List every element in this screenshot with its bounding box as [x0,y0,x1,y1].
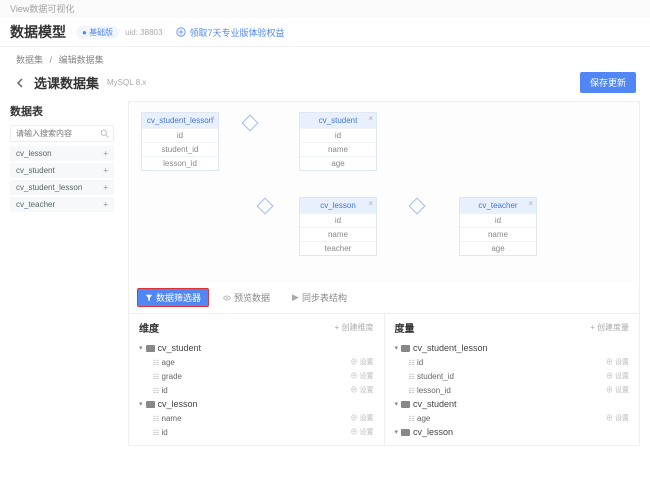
meas-field[interactable]: ☷ student_id⊕ 设置 [395,369,630,383]
dim-field[interactable]: ☷ grade⊕ 设置 [139,369,374,383]
uid-label: uid: 38803 [125,28,162,37]
sidebar: 数据表 cv_lesson+ cv_student+ cv_student_le… [10,101,114,446]
relation-icon[interactable] [257,198,274,215]
tab-filter[interactable]: 数据筛选器 [137,288,209,307]
tab-preview[interactable]: 预览数据 [215,288,278,307]
dim-group[interactable]: cv_student [139,341,374,355]
table-item[interactable]: cv_student+ [10,163,114,178]
crumb-root[interactable]: 数据集 [16,55,43,65]
tab-sync[interactable]: ▶同步表结构 [284,288,355,307]
close-icon[interactable]: × [528,199,533,208]
back-icon[interactable] [14,77,26,89]
folder-icon [146,401,155,408]
dim-field[interactable]: ☷ id⊕ 设置 [139,425,374,439]
table-item[interactable]: cv_student_lesson+ [10,180,114,195]
plus-icon[interactable]: + [103,149,108,158]
plus-icon[interactable]: + [103,200,108,209]
close-icon[interactable]: × [368,114,373,123]
field-ops[interactable]: ⊕ 设置 [606,385,629,395]
folder-icon [401,401,410,408]
meas-field[interactable]: ☷ age⊕ 设置 [395,411,630,425]
dataset-title: 选课数据集 [34,73,99,92]
plus-icon[interactable]: + [103,166,108,175]
folder-icon [401,345,410,352]
eye-icon [223,294,231,302]
topbar-brand: View数据可视化 [0,0,650,18]
entity-student-lesson[interactable]: cv_student_lesson× idstudent_idlesson_id [141,112,219,171]
crumb-current: 编辑数据集 [59,55,104,65]
promo-link[interactable]: 领取7天专业版体验权益 [176,26,284,39]
tabs: 数据筛选器 预览数据 ▶同步表结构 [129,282,639,313]
plus-icon[interactable]: + [103,183,108,192]
close-icon[interactable]: × [368,199,373,208]
folder-icon [146,345,155,352]
dim-field[interactable]: ☷ name⊕ 设置 [139,411,374,425]
field-ops[interactable]: ⊕ 设置 [351,413,374,423]
relation-icon[interactable] [409,198,426,215]
app-title: 数据模型 [10,22,66,42]
gift-icon [176,27,186,37]
field-ops[interactable]: ⊕ 设置 [606,413,629,423]
titlebar: 选课数据集 MySQL 8.x 保存更新 [0,72,650,101]
table-item[interactable]: cv_teacher+ [10,197,114,212]
dim-field[interactable]: ☷ id⊕ 设置 [139,383,374,397]
breadcrumb: 数据集 / 编辑数据集 [0,47,650,72]
entity-lesson[interactable]: cv_lesson× idnameteacher [299,197,377,256]
entity-teacher[interactable]: cv_teacher× idnameage [459,197,537,256]
add-dimension[interactable]: + 创建维度 [335,322,374,333]
db-label: MySQL 8.x [107,78,146,87]
main-panel: cv_student_lesson× idstudent_idlesson_id… [128,101,640,446]
field-ops[interactable]: ⊕ 设置 [351,427,374,437]
field-ops[interactable]: ⊕ 设置 [351,385,374,395]
field-ops[interactable]: ⊕ 设置 [351,357,374,367]
dim-group[interactable]: cv_lesson [139,397,374,411]
close-icon[interactable]: × [210,114,215,123]
relation-icon[interactable] [242,115,259,132]
search-input[interactable] [11,126,95,141]
filter-icon [145,294,153,302]
dim-field[interactable]: ☷ age⊕ 设置 [139,355,374,369]
meas-group[interactable]: cv_student [395,397,630,411]
measures-panel: 度量+ 创建度量 cv_student_lesson ☷ id⊕ 设置 ☷ st… [384,314,640,445]
header: 数据模型 ● 基础版 uid: 38803 领取7天专业版体验权益 [0,18,650,47]
folder-icon [401,429,410,436]
meas-group[interactable]: cv_student_lesson [395,341,630,355]
add-measure[interactable]: + 创建度量 [590,322,629,333]
sidebar-title: 数据表 [10,101,114,125]
field-ops[interactable]: ⊕ 设置 [606,371,629,381]
meas-field[interactable]: ☷ id⊕ 设置 [395,355,630,369]
field-ops[interactable]: ⊕ 设置 [606,357,629,367]
save-button[interactable]: 保存更新 [580,72,636,93]
table-item[interactable]: cv_lesson+ [10,146,114,161]
search-icon[interactable] [95,126,113,141]
er-canvas[interactable]: cv_student_lesson× idstudent_idlesson_id… [129,102,639,282]
meas-group[interactable]: cv_lesson [395,425,630,439]
entity-student[interactable]: cv_student× idnameage [299,112,377,171]
dimensions-panel: 维度+ 创建维度 cv_student ☷ age⊕ 设置 ☷ grade⊕ 设… [129,314,384,445]
plan-badge: ● 基础版 [76,26,119,39]
search-box [10,125,114,142]
meas-field[interactable]: ☷ lesson_id⊕ 设置 [395,383,630,397]
table-list: cv_lesson+ cv_student+ cv_student_lesson… [10,146,114,212]
play-icon: ▶ [292,292,299,303]
field-ops[interactable]: ⊕ 设置 [351,371,374,381]
